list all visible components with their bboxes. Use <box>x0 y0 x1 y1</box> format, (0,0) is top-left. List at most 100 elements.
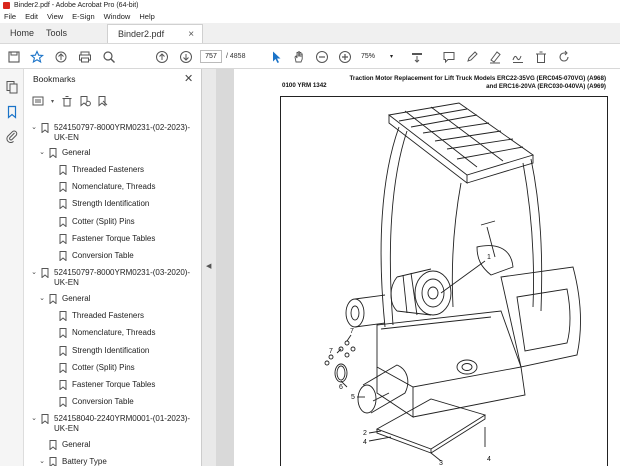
delete-bookmark-icon[interactable] <box>61 95 73 107</box>
bookmark-label: General <box>62 294 91 303</box>
page-total: / 4858 <box>226 53 246 60</box>
bookmark-label-cont: UK-EN <box>54 133 79 142</box>
bookmark-item[interactable]: ⌄ 524150797-8000YRM0231-(02-2023)- UK-EN <box>30 123 191 142</box>
bookmark-icon <box>49 148 57 158</box>
bookmark-item[interactable]: Conversion Table <box>59 251 134 265</box>
bookmark-item[interactable]: Nomenclature, Threads <box>59 182 155 196</box>
title-bar: Binder2.pdf - Adobe Acrobat Pro (64-bit) <box>0 0 620 10</box>
bookmark-icon <box>59 397 67 407</box>
page-header-subtitle: and ERC16-20VA (ERC030-040VA) (A969) <box>486 83 606 90</box>
comment-icon[interactable] <box>441 49 456 64</box>
pen-icon[interactable] <box>464 49 479 64</box>
bookmark-icon <box>59 363 67 373</box>
menu-help[interactable]: Help <box>139 12 154 21</box>
search-icon[interactable] <box>101 49 116 64</box>
upload-icon[interactable] <box>53 49 68 64</box>
menu-file[interactable]: File <box>4 12 16 21</box>
bookmark-label: Threaded Fasteners <box>72 311 145 320</box>
chevron-down-icon[interactable]: ⌄ <box>30 414 38 424</box>
bookmark-item[interactable]: Cotter (Split) Pins <box>59 217 135 231</box>
chevron-down-icon[interactable]: ▾ <box>50 95 55 107</box>
bookmark-label: Battery Type <box>62 457 107 466</box>
document-viewer[interactable]: Traction Motor Replacement for Lift Truc… <box>216 69 620 466</box>
bookmark-label: Fastener Torque Tables <box>72 234 156 243</box>
bookmark-label: Conversion Table <box>72 397 134 406</box>
bookmark-item[interactable]: ⌄ General <box>38 148 90 162</box>
options-menu-icon[interactable] <box>32 95 44 107</box>
tab-document[interactable]: Binder2.pdf × <box>107 24 204 43</box>
callout-label: 1 <box>487 254 491 261</box>
bookmark-item[interactable]: Conversion Table <box>59 397 134 411</box>
bookmark-label: 524150797-8000YRM0231-(02-2023)- <box>54 123 191 132</box>
sign-icon[interactable] <box>510 49 525 64</box>
page-number-input[interactable]: 757 <box>200 50 222 63</box>
bookmark-item[interactable]: Threaded Fasteners <box>59 165 144 179</box>
bookmark-label: Strength Identification <box>72 199 150 208</box>
save-icon[interactable] <box>6 49 21 64</box>
close-icon[interactable]: ✕ <box>184 72 193 85</box>
delete-icon[interactable] <box>533 49 548 64</box>
close-tab-icon[interactable]: × <box>188 29 194 40</box>
bookmark-label: Nomenclature, Threads <box>72 328 156 337</box>
bookmark-item[interactable]: Threaded Fasteners <box>59 311 144 325</box>
bookmark-icon <box>49 440 57 450</box>
bookmark-item[interactable]: Cotter (Split) Pins <box>59 363 135 377</box>
bookmark-icon <box>59 328 67 338</box>
menu-esign[interactable]: E-Sign <box>72 12 95 21</box>
bookmark-label: Cotter (Split) Pins <box>72 363 135 372</box>
zoom-out-icon[interactable] <box>314 49 329 64</box>
bookmark-item[interactable]: Strength Identification <box>59 199 149 213</box>
bookmark-item[interactable]: ⌄ 524150797-8000YRM0231-(03-2020)- UK-EN <box>30 268 190 287</box>
bookmark-item[interactable]: Fastener Torque Tables <box>59 234 155 248</box>
chevron-down-icon[interactable]: ⌄ <box>38 294 46 304</box>
new-bookmark-icon[interactable] <box>79 95 91 107</box>
menu-edit[interactable]: Edit <box>25 12 38 21</box>
bookmark-item[interactable]: ⌄ 524158040-2240YRM0001-(01-2023)- UK-EN <box>30 414 190 433</box>
chevron-down-icon[interactable]: ⌄ <box>38 148 46 158</box>
bookmark-icon <box>59 217 67 227</box>
page-down-icon[interactable] <box>178 49 193 64</box>
bookmark-label: General <box>62 148 91 157</box>
bookmark-item[interactable]: ⌄ General <box>38 294 90 308</box>
chevron-down-icon: ▾ <box>389 54 393 60</box>
rotate-icon[interactable] <box>556 49 571 64</box>
bookmark-icon <box>41 414 49 424</box>
menu-view[interactable]: View <box>47 12 63 21</box>
star-icon[interactable] <box>29 49 44 64</box>
bookmark-item[interactable]: General <box>49 440 90 454</box>
bookmark-search-icon[interactable] <box>97 95 109 107</box>
bookmark-icon <box>59 251 67 261</box>
panel-splitter[interactable]: ◀ <box>202 69 216 466</box>
chevron-down-icon[interactable]: ⌄ <box>30 123 38 133</box>
page-up-icon[interactable] <box>154 49 169 64</box>
callout-label: 7 <box>350 328 354 335</box>
print-icon[interactable] <box>77 49 92 64</box>
bookmark-label: Strength Identification <box>72 346 150 355</box>
pages-icon[interactable] <box>5 80 19 94</box>
page-display-icon[interactable] <box>409 49 424 64</box>
callout-label: 4 <box>487 456 491 463</box>
select-cursor-icon[interactable] <box>268 49 283 64</box>
tab-tools[interactable]: Tools <box>44 23 77 43</box>
page-header-title: Traction Motor Replacement for Lift Truc… <box>349 75 607 82</box>
zoom-in-icon[interactable] <box>337 49 352 64</box>
menu-window[interactable]: Window <box>104 12 131 21</box>
bookmark-item[interactable]: Strength Identification <box>59 346 149 360</box>
highlight-icon[interactable] <box>487 49 502 64</box>
chevron-down-icon[interactable]: ⌄ <box>38 457 46 466</box>
bookmark-item[interactable]: Fastener Torque Tables <box>59 380 155 394</box>
collapse-panel-icon[interactable]: ◀ <box>206 262 211 270</box>
bookmark-icon <box>41 268 49 278</box>
tab-home[interactable]: Home <box>0 23 44 43</box>
attachment-icon[interactable] <box>5 129 19 144</box>
chevron-down-icon[interactable]: ⌄ <box>30 268 38 278</box>
bookmark-label-cont: UK-EN <box>54 278 79 287</box>
callout-label: 7 <box>329 348 333 355</box>
zoom-select[interactable]: 75% ▾ <box>359 50 395 63</box>
bookmark-item[interactable]: Nomenclature, Threads <box>59 328 155 342</box>
callout-label: 2 <box>363 430 367 437</box>
menu-bar: File Edit View E-Sign Window Help <box>0 10 620 23</box>
bookmark-panel-icon[interactable] <box>5 105 19 119</box>
bookmark-item[interactable]: ⌄ Battery Type <box>38 457 107 466</box>
hand-tool-icon[interactable] <box>291 49 306 64</box>
